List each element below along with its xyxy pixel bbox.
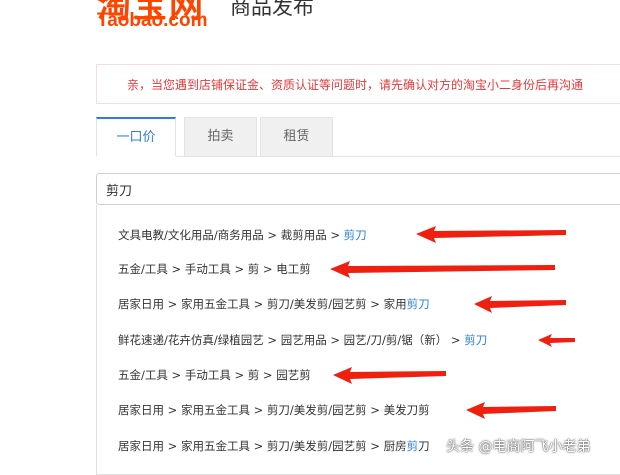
suggestion-row[interactable]: 五金/工具 > 手动工具 > 剪 > 园艺剪 [118, 365, 311, 385]
suggestion-path: 文具电教/文化用品/商务用品 > 裁剪用品 > [118, 228, 344, 242]
notice-banner: 亲，当您遇到店铺保证金、资质认证等问题时，请先确认对方的淘宝小二身份后再沟通 [96, 64, 620, 104]
suggestion-row[interactable]: 文具电教/文化用品/商务用品 > 裁剪用品 > 剪刀 [118, 225, 367, 245]
suggestion-path: 居家日用 > 家用五金工具 > 剪刀/美发剪/园艺剪 > 美发刀剪 [118, 403, 430, 417]
tab-fixed-price[interactable]: 一口价 [96, 117, 176, 157]
tab-auction[interactable]: 拍卖 [184, 117, 257, 157]
suggestion-row[interactable]: 居家日用 > 家用五金工具 > 剪刀/美发剪/园艺剪 > 厨房剪刀 [118, 436, 430, 456]
watermark: 头条 @电商阿飞小老弟 [446, 439, 591, 455]
suggestion-path: 五金/工具 > 手动工具 > 剪 > 园艺剪 [118, 368, 311, 382]
suggestion-end: 刀 [418, 439, 430, 453]
suggestion-match: 剪刀 [464, 333, 488, 347]
page-title: 商品发布 [230, 0, 314, 19]
suggestion-path: 居家日用 > 家用五金工具 > 剪刀/美发剪/园艺剪 > 厨房 [118, 439, 407, 453]
suggestion-path: 鲜花速递/花卉仿真/绿植园艺 > 园艺用品 > 园艺/刀/剪/锯（新） > [118, 333, 465, 347]
suggestion-match: 剪刀 [343, 228, 367, 242]
suggestion-path: 五金/工具 > 手动工具 > 剪 > 电工剪 [118, 262, 311, 276]
taobao-logo-en[interactable]: Taobao.com [97, 10, 208, 32]
suggestion-row[interactable]: 鲜花速递/花卉仿真/绿植园艺 > 园艺用品 > 园艺/刀/剪/锯（新） > 剪刀 [118, 330, 487, 350]
category-search-input[interactable] [96, 173, 620, 205]
suggestion-row[interactable]: 五金/工具 > 手动工具 > 剪 > 电工剪 [118, 259, 311, 279]
suggestion-row[interactable]: 居家日用 > 家用五金工具 > 剪刀/美发剪/园艺剪 > 美发刀剪 [118, 400, 430, 420]
tab-rental[interactable]: 租赁 [260, 117, 333, 157]
suggestion-match: 剪 [406, 439, 419, 453]
suggestion-row[interactable]: 居家日用 > 家用五金工具 > 剪刀/美发剪/园艺剪 > 家用剪刀 [118, 294, 430, 314]
suggestion-path: 居家日用 > 家用五金工具 > 剪刀/美发剪/园艺剪 > 家用 [118, 297, 407, 311]
notice-text: 亲，当您遇到店铺保证金、资质认证等问题时，请先确认对方的淘宝小二身份后再沟通 [127, 78, 584, 92]
suggestion-match: 剪刀 [406, 297, 430, 311]
